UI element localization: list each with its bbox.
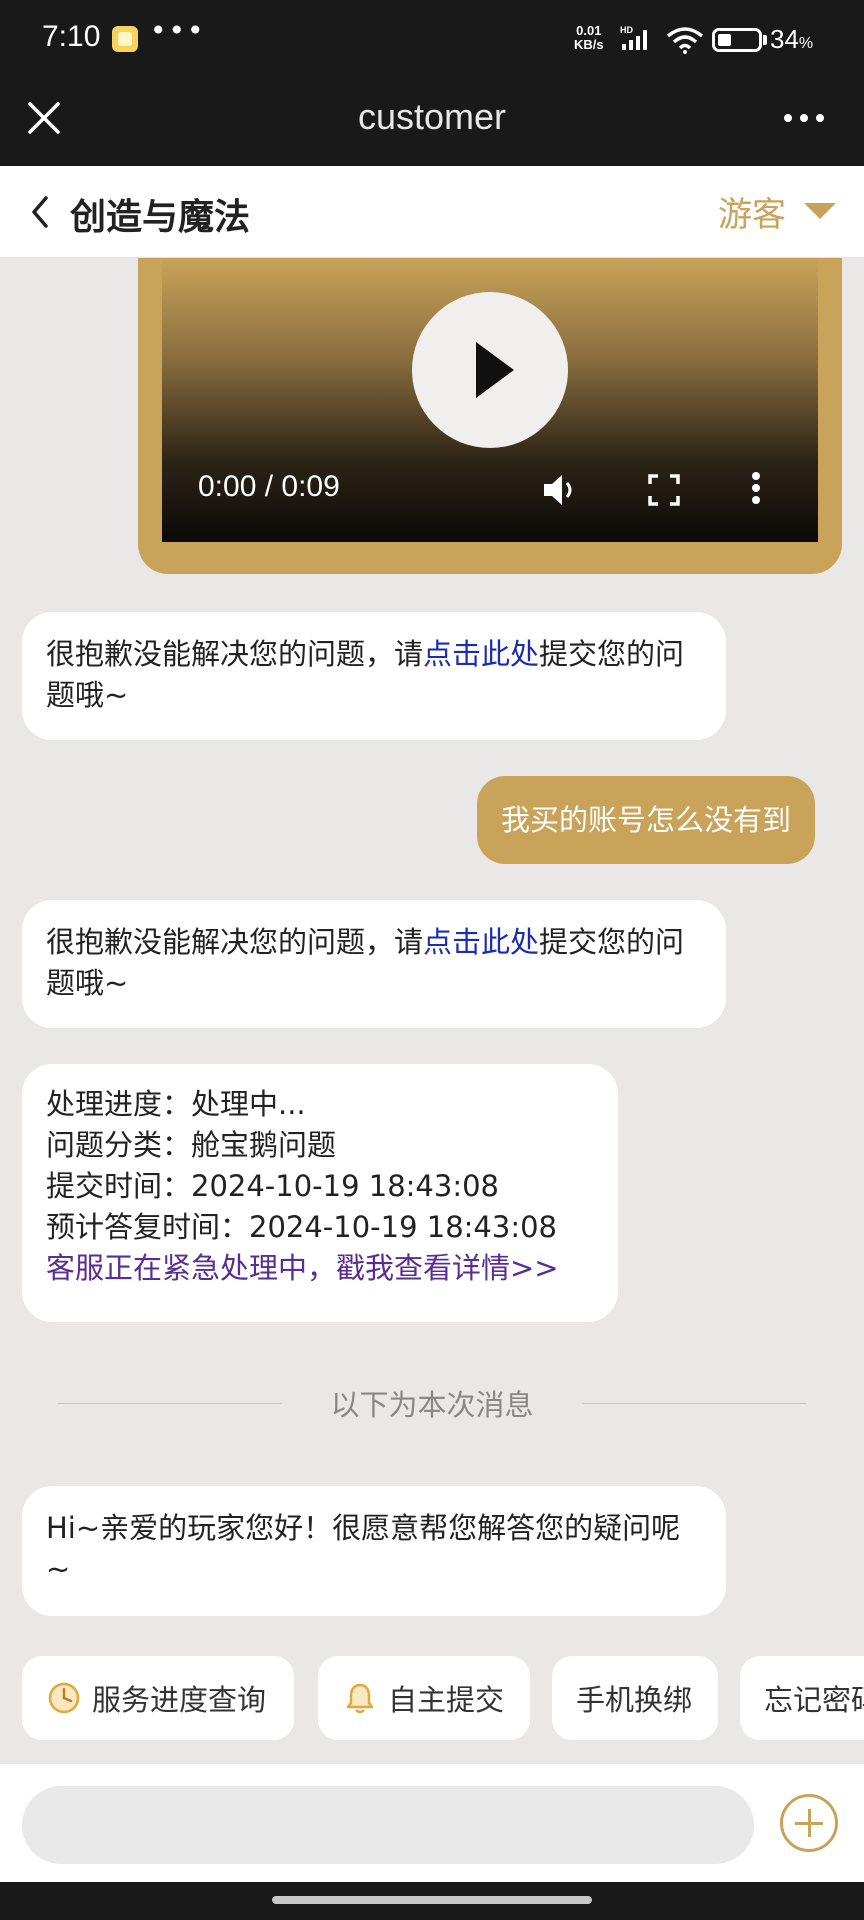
bot-message: 很抱歉没能解决您的问题，请点击此处提交您的问题哦~ <box>22 900 726 1028</box>
video-time: 0:00 / 0:09 <box>198 470 340 503</box>
submit-link[interactable]: 点击此处 <box>423 637 539 671</box>
quick-actions: 服务进度查询 自主提交 手机换绑 忘记密码 <box>22 1656 864 1740</box>
user-message: 我买的账号怎么没有到 <box>477 776 816 864</box>
more-dot-icon <box>800 114 808 122</box>
ticket-expected-time: 预计答复时间：2024-10-19 18:43:08 <box>46 1210 557 1244</box>
bell-icon <box>346 1683 374 1714</box>
play-button[interactable] <box>412 292 568 448</box>
quick-action-service-progress[interactable]: 服务进度查询 <box>22 1656 294 1740</box>
app-title: customer <box>357 96 507 137</box>
greeting-message: Hi~亲爱的玩家您好！很愿意帮您解答您的疑问呢~ <box>22 1486 726 1616</box>
input-bar <box>0 1764 864 1882</box>
network-speed: 0.01 KB/s <box>574 24 604 52</box>
notes-app-icon <box>112 26 138 52</box>
signal-icon: HD <box>620 25 647 50</box>
message-text: 很抱歉没能解决您的问题，请 <box>46 925 424 959</box>
ticket-status-card: 处理进度：处理中... 问题分类：舱宝鹅问题 提交时间：2024-10-19 1… <box>22 1064 618 1322</box>
divider-line <box>582 1403 806 1404</box>
home-indicator[interactable] <box>272 1896 592 1904</box>
video-player[interactable]: 0:00 / 0:09 <box>162 258 818 542</box>
network-speed-value: 0.01 <box>576 23 602 38</box>
network-type-label: HD <box>620 25 633 35</box>
network-speed-unit: KB/s <box>574 37 604 52</box>
ticket-category: 问题分类：舱宝鹅问题 <box>46 1128 337 1162</box>
caret-down-icon <box>804 203 836 219</box>
bot-message: 很抱歉没能解决您的问题，请点击此处提交您的问题哦~ <box>22 612 726 740</box>
quick-action-forgot-password[interactable]: 忘记密码 <box>740 1656 864 1740</box>
submit-link[interactable]: 点击此处 <box>423 925 539 959</box>
chip-label: 服务进度查询 <box>92 1683 267 1717</box>
video-more-dot <box>752 472 760 480</box>
chip-label: 忘记密码 <box>764 1683 864 1717</box>
user-label: 游客 <box>718 194 786 235</box>
video-message: 0:00 / 0:09 <box>138 258 842 574</box>
quick-action-phone-rebind[interactable]: 手机换绑 <box>552 1656 718 1740</box>
message-text: 很抱歉没能解决您的问题，请 <box>46 637 424 671</box>
page-header: 创造与魔法 游客 <box>0 166 864 258</box>
page-title: 创造与魔法 <box>70 197 251 238</box>
battery-fill <box>718 34 731 46</box>
battery-tip <box>763 35 767 45</box>
ticket-progress: 处理进度：处理中... <box>46 1087 306 1121</box>
ticket-submit-time: 提交时间：2024-10-19 18:43:08 <box>46 1169 499 1203</box>
wifi-icon <box>666 27 704 54</box>
video-more-dot <box>752 484 760 492</box>
ticket-details-link[interactable]: 客服正在紧急处理中，戳我查看详情>> <box>46 1248 594 1289</box>
volume-icon[interactable] <box>540 470 580 510</box>
fullscreen-icon[interactable] <box>646 472 682 508</box>
chip-label: 自主提交 <box>388 1683 505 1717</box>
status-bar: 7:10 ••• 0.01 KB/s HD 34% <box>0 0 864 78</box>
clock-icon <box>48 1682 80 1714</box>
app-bar: customer <box>0 78 864 166</box>
video-more-dot <box>752 496 760 504</box>
system-nav-bar <box>0 1882 864 1920</box>
status-time: 7:10 <box>42 20 101 53</box>
more-notifications-icon: ••• <box>150 14 206 47</box>
more-dot-icon <box>816 114 824 122</box>
user-dropdown[interactable]: 游客 <box>718 186 836 236</box>
new-messages-divider: 以下为本次消息 <box>58 1378 806 1428</box>
more-dot-icon <box>784 114 792 122</box>
quick-action-self-submit[interactable]: 自主提交 <box>318 1656 530 1740</box>
message-input[interactable] <box>22 1786 754 1864</box>
battery-percent-value: 34 <box>770 24 799 54</box>
video-more-icon[interactable] <box>746 468 766 508</box>
battery-percent: 34% <box>770 24 813 55</box>
battery-icon <box>712 28 762 52</box>
more-options-button[interactable] <box>776 98 832 138</box>
add-attachment-icon[interactable] <box>780 1794 838 1852</box>
battery-percent-unit: % <box>798 35 814 52</box>
back-arrow-icon[interactable] <box>26 192 56 232</box>
chip-label: 手机换绑 <box>576 1683 693 1717</box>
